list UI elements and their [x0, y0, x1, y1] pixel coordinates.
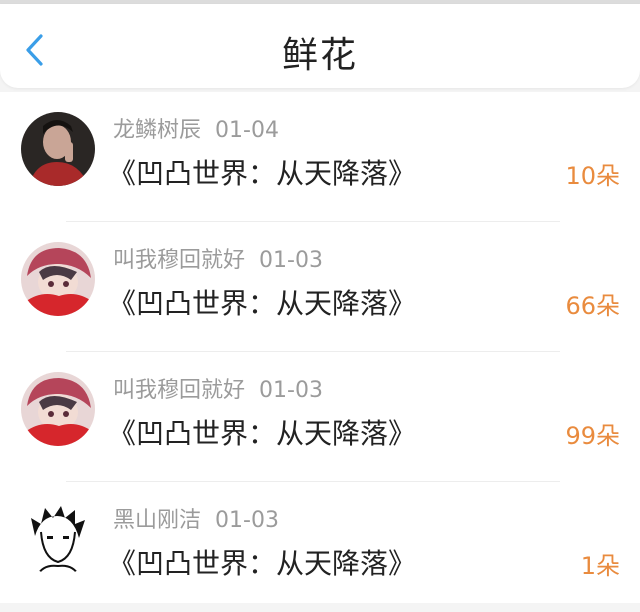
username: 龙鳞树辰 [113, 118, 202, 143]
avatar[interactable] [21, 502, 95, 576]
flower-count: 99朵 [565, 422, 620, 450]
date: 01-04 [215, 118, 279, 143]
list-item[interactable]: 叫我穆回就好 01-03 《凹凸世界：从天降落》 66朵 [0, 222, 640, 352]
flower-count: 10朵 [565, 162, 620, 190]
flower-count: 1朵 [580, 552, 620, 580]
list-item[interactable]: 叫我穆回就好 01-03 《凹凸世界：从天降落》 99朵 [0, 352, 640, 482]
list-item[interactable]: 龙鳞树辰 01-04 《凹凸世界：从天降落》 10朵 [0, 92, 640, 222]
book-title: 《凹凸世界：从天降落》 [108, 417, 417, 450]
anime-avatar-icon [21, 372, 95, 446]
avatar[interactable] [21, 372, 95, 446]
avatar[interactable] [21, 242, 95, 316]
list-item[interactable]: 黑山刚洁 01-03 《凹凸世界：从天降落》 1朵 [0, 482, 640, 612]
date: 01-03 [259, 248, 323, 273]
book-title: 《凹凸世界：从天降落》 [108, 287, 417, 320]
page-title: 鲜花 [281, 35, 358, 76]
date: 01-03 [215, 508, 279, 533]
anime-avatar-icon [21, 242, 95, 316]
photo-avatar-icon [21, 112, 95, 186]
flower-count: 66朵 [565, 292, 620, 320]
date: 01-03 [259, 378, 323, 403]
book-title: 《凹凸世界：从天降落》 [108, 157, 417, 190]
username: 黑山刚洁 [113, 508, 202, 533]
username: 叫我穆回就好 [113, 378, 246, 403]
sketch-avatar-icon [21, 502, 95, 576]
flower-list: 龙鳞树辰 01-04 《凹凸世界：从天降落》 10朵 叫我穆回就好 01-03 《凹… [0, 92, 640, 603]
avatar[interactable] [21, 112, 95, 186]
username: 叫我穆回就好 [113, 248, 246, 273]
book-title: 《凹凸世界：从天降落》 [108, 547, 417, 580]
top-bar: 鲜花 [0, 4, 640, 88]
